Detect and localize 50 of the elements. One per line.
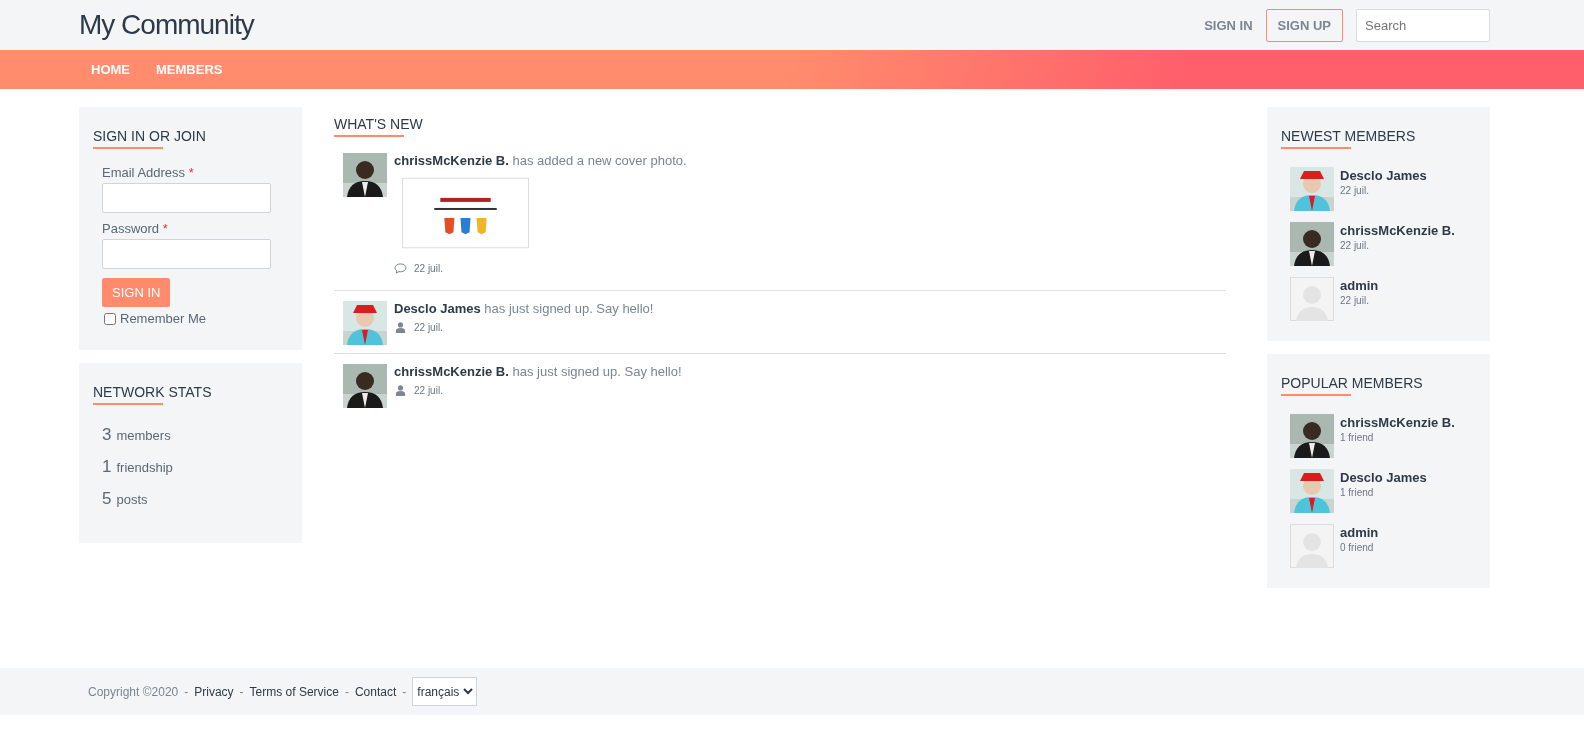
footer-link[interactable]: Privacy [194,684,234,699]
member-detail: 0 friend [1340,542,1375,553]
checkbox-label: Remember Me [120,311,206,326]
footer-separator: - [239,684,244,699]
member-name[interactable]: admin [1340,278,1379,293]
activity-date: 22 juil. [414,263,443,274]
comment-icon [394,263,407,274]
search-field[interactable]: Search [1356,8,1490,42]
field-label: Password * [102,221,169,236]
member-detail: 22 juil. [1340,295,1370,306]
panel-title: NEWEST MEMBERS [1281,128,1416,149]
footer-separator: - [402,684,407,699]
stat-label: friendship [116,460,173,475]
member-name[interactable]: admin [1340,525,1379,540]
footer-separator: - [344,684,349,699]
member-detail: 22 juil. [1340,240,1370,251]
activity-text: chrissMcKenzie B. has added a new cover photo. [394,153,687,168]
member-name[interactable]: Desclo James [1340,168,1427,183]
footer-separator: - [184,684,189,699]
activity-text: Desclo James has just signed up. Say hello! [394,301,654,316]
footer-link[interactable]: Contact [354,684,397,699]
member-detail: 1 friend [1340,487,1375,498]
copyright-text: Copyright ©2020 [88,684,179,699]
panel-title: POPULAR MEMBERS [1281,375,1423,396]
field-label: Email Address * [102,165,195,180]
user-icon [394,322,407,333]
footer-link[interactable]: Terms of Service [249,684,339,699]
member-name[interactable]: chrissMcKenzie B. [1340,223,1455,238]
stat-label: posts [116,492,148,507]
stat-count: 3 [102,425,112,445]
activity-date: 22 juil. [414,385,443,396]
member-detail: 22 juil. [1340,185,1370,196]
language-select[interactable]: français [412,677,478,706]
site-logo[interactable]: My Community [79,9,254,41]
stat-count: 1 [102,457,112,477]
member-name[interactable]: Desclo James [1340,470,1427,485]
user-icon [394,385,407,396]
sign-in-link[interactable]: SIGN IN [1204,17,1253,33]
section-title: WHAT'S NEW [334,116,423,137]
panel-title: SIGN IN OR JOIN [93,128,206,149]
remember-checkbox[interactable] [104,312,116,325]
activity-date: 22 juil. [414,322,443,333]
input-field[interactable] [102,183,271,213]
activity-text: chrissMcKenzie B. has just signed up. Say hello! [394,364,682,379]
input-field[interactable] [102,239,271,269]
member-name[interactable]: chrissMcKenzie B. [1340,415,1455,430]
stat-count: 5 [102,489,112,509]
member-detail: 1 friend [1340,432,1375,443]
stat-label: members [116,428,171,443]
panel-title: NETWORK STATS [93,384,212,405]
